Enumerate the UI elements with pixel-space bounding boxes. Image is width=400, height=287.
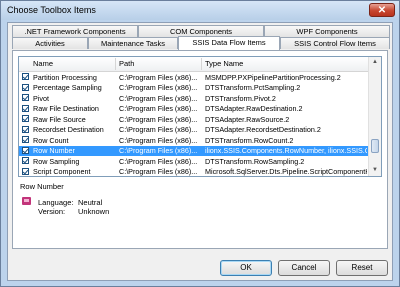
language-value: Neutral — [78, 198, 103, 207]
reset-button[interactable]: Reset — [336, 260, 388, 276]
item-name: Pivot — [33, 93, 49, 103]
item-info-name: Row Number — [20, 182, 64, 191]
column-divider[interactable] — [115, 58, 116, 70]
item-type-name: DTSTransform.RowCount.2 — [205, 135, 294, 145]
scroll-up-icon[interactable]: ▲ — [369, 57, 381, 68]
item-type-name: ilionx.SSIS.Components.RowNumber, ilionx… — [205, 146, 367, 155]
item-name: Percentage Sampling — [33, 83, 102, 92]
item-path: C:\Program Files (x86)... — [119, 114, 198, 124]
item-path: C:\Program Files (x86)... — [119, 104, 198, 113]
item-path: C:\Program Files (x86)... — [119, 93, 198, 103]
item-name: Raw File Destination — [33, 104, 99, 113]
tab-panel: Name Path Type Name Partition Processing… — [12, 50, 388, 249]
list-item[interactable]: Partition Processing C:\Program Files (x8… — [19, 72, 369, 83]
tab-ssis-data-flow-items[interactable]: SSIS Data Flow Items — [178, 36, 280, 50]
item-path: C:\Program Files (x86)... — [119, 167, 198, 176]
column-divider[interactable] — [201, 58, 202, 70]
item-path: C:\Program Files (x86)... — [119, 72, 198, 82]
list-item[interactable]: Row Count C:\Program Files (x86)... DTSTra… — [19, 135, 369, 146]
version-value: Unknown — [78, 207, 110, 216]
tab-row-bottom: Activities Maintenance Tasks SSIS Data F… — [12, 36, 390, 50]
tab-net-framework-components[interactable]: .NET Framework Components — [12, 25, 138, 37]
column-header-name[interactable]: Name — [33, 59, 53, 68]
item-checkbox[interactable] — [22, 146, 29, 154]
tab-wpf-components[interactable]: WPF Components — [264, 25, 390, 37]
item-checkbox[interactable] — [22, 136, 29, 143]
tab-maintenance-tasks[interactable]: Maintenance Tasks — [88, 37, 178, 49]
item-checkbox[interactable] — [22, 104, 29, 112]
toolbox-items-list[interactable]: Name Path Type Name Partition Processing… — [18, 56, 382, 177]
list-item[interactable]: Recordset Destination C:\Program Files (x… — [19, 125, 369, 136]
item-path: C:\Program Files (x86)... — [119, 83, 198, 92]
tab-label: SSIS Data Flow Items — [192, 38, 266, 47]
list-item[interactable]: Pivot C:\Program Files (x86)... DTSTransfo… — [19, 93, 369, 104]
scroll-thumb[interactable] — [371, 139, 379, 153]
scroll-down-icon[interactable]: ▼ — [369, 165, 381, 176]
item-type-name: DTSTransform.RowSampling.2 — [205, 156, 305, 166]
dialog-body: .NET Framework Components COM Components… — [7, 22, 393, 281]
vertical-scrollbar[interactable]: ▲ ▼ — [368, 57, 381, 176]
column-header-type-name[interactable]: Type Name — [205, 59, 243, 68]
item-path: C:\Program Files (x86)... — [119, 146, 198, 155]
component-icon — [22, 197, 31, 205]
list-item[interactable]: Raw File Source C:\Program Files (x86)...… — [19, 114, 369, 125]
item-name: Row Number — [33, 146, 75, 155]
item-info-panel: Row Number Language: Neutral Version: Un… — [18, 181, 382, 244]
item-path: C:\Program Files (x86)... — [119, 125, 198, 134]
item-checkbox[interactable] — [22, 125, 29, 133]
item-checkbox[interactable] — [22, 115, 29, 122]
list-item[interactable]: Raw File Destination C:\Program Files (x8… — [19, 104, 369, 115]
item-name: Partition Processing — [33, 72, 97, 82]
title-bar[interactable]: Choose Toolbox Items ✕ — [1, 1, 399, 20]
item-type-name: DTSAdapter.RecordsetDestination.2 — [205, 125, 321, 134]
item-type-name: MSMDPP.PXPipelinePartitionProcessing.2 — [205, 72, 341, 82]
tab-label: Maintenance Tasks — [100, 39, 166, 48]
language-label: Language: — [38, 198, 74, 207]
tab-label: Activities — [35, 39, 65, 48]
item-type-name: DTSTransform.Pivot.2 — [205, 93, 276, 103]
item-type-name: DTSTransform.PctSampling.2 — [205, 83, 301, 92]
list-item[interactable]: Row Sampling C:\Program Files (x86)... DTS… — [19, 156, 369, 167]
item-name: Row Sampling — [33, 156, 80, 166]
item-type-name: DTSAdapter.RawSource.2 — [205, 114, 290, 124]
list-item[interactable]: Script Component C:\Program Files (x86)..… — [19, 167, 369, 176]
window-title: Choose Toolbox Items — [7, 5, 96, 15]
tab-ssis-control-flow-items[interactable]: SSIS Control Flow Items — [280, 37, 390, 49]
item-type-name: DTSAdapter.RawDestination.2 — [205, 104, 303, 113]
tab-activities[interactable]: Activities — [12, 37, 88, 49]
item-type-name: Microsoft.SqlServer.Dts.Pipeline.ScriptC… — [205, 167, 367, 176]
item-checkbox[interactable] — [22, 83, 29, 91]
cancel-button[interactable]: Cancel — [278, 260, 330, 276]
close-button[interactable]: ✕ — [369, 3, 395, 17]
item-path: C:\Program Files (x86)... — [119, 156, 198, 166]
list-item[interactable]: Percentage Sampling C:\Program Files (x86… — [19, 83, 369, 94]
list-header: Name Path Type Name — [19, 57, 369, 72]
close-icon: ✕ — [377, 5, 387, 16]
item-checkbox[interactable] — [22, 94, 29, 101]
item-name: Script Component — [33, 167, 91, 176]
item-checkbox[interactable] — [22, 157, 29, 164]
item-path: C:\Program Files (x86)... — [119, 135, 198, 145]
tab-label: WPF Components — [296, 27, 358, 36]
item-checkbox[interactable] — [22, 73, 29, 80]
list-item[interactable]: Row Number C:\Program Files (x86)... ilion… — [19, 145, 369, 156]
column-header-path[interactable]: Path — [119, 59, 134, 68]
tab-label: .NET Framework Components — [24, 27, 126, 36]
choose-toolbox-items-dialog: Choose Toolbox Items ✕ .NET Framework Co… — [0, 0, 400, 287]
item-name: Raw File Source — [33, 114, 86, 124]
ok-button[interactable]: OK — [220, 260, 272, 276]
item-name: Row Count — [33, 135, 69, 145]
version-label: Version: — [38, 207, 66, 216]
tab-label: SSIS Control Flow Items — [294, 39, 376, 48]
item-checkbox[interactable] — [22, 167, 29, 175]
tab-label: COM Components — [169, 27, 233, 36]
item-name: Recordset Destination — [33, 125, 104, 134]
